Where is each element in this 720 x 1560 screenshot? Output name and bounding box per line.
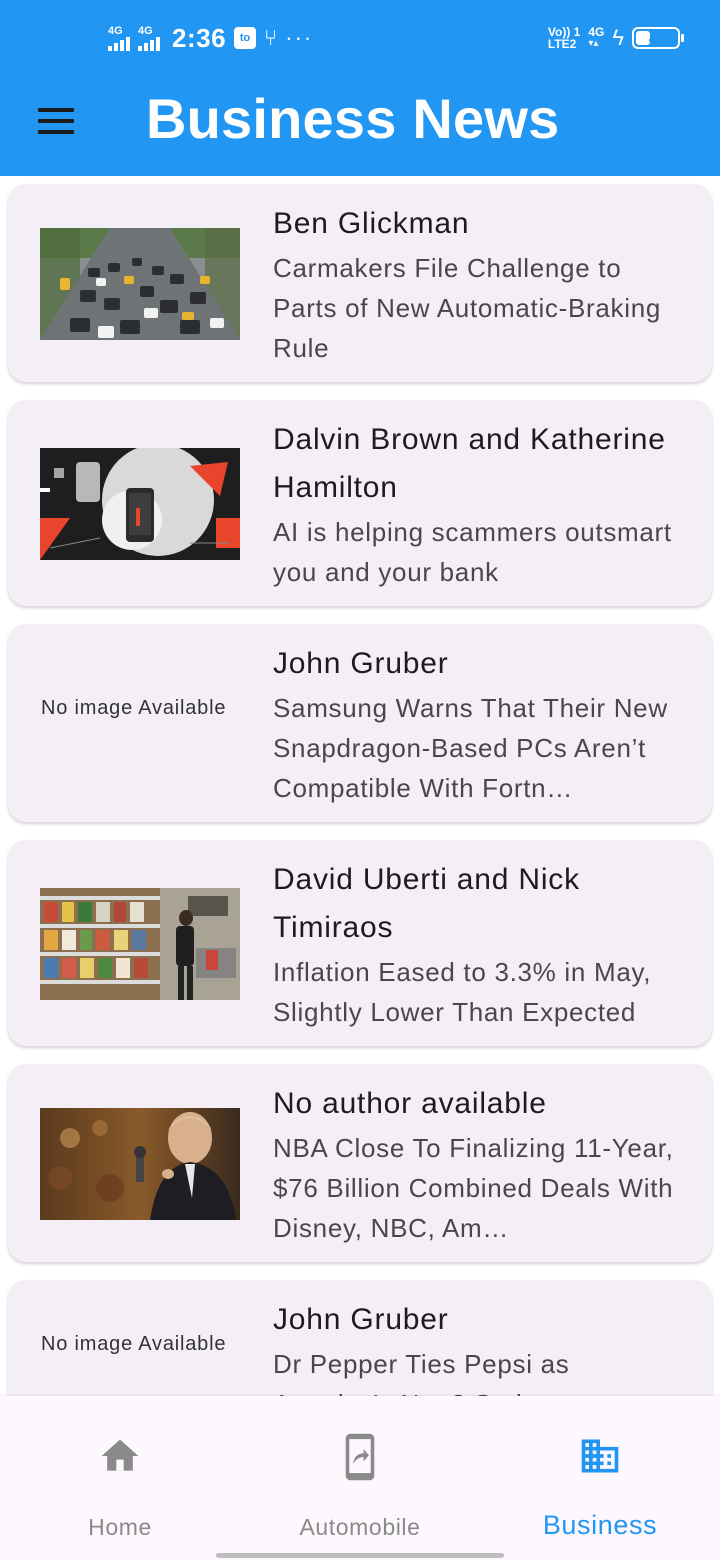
news-card[interactable]: Ben Glickman Carmakers File Challenge to… xyxy=(8,184,712,382)
article-text: John Gruber Dr Pepper Ties Pepsi as Amer… xyxy=(273,1296,693,1396)
no-image-placeholder: No image Available xyxy=(41,1333,227,1355)
news-card[interactable]: David Uberti and Nick Timiraos Inflation… xyxy=(8,840,712,1046)
article-headline: Samsung Warns That Their New Snapdragon-… xyxy=(273,693,668,803)
article-text: Ben Glickman Carmakers File Challenge to… xyxy=(273,200,693,368)
status-left: 4G 4G 2:36 to ⑂ ··· xyxy=(108,18,313,58)
article-author: John Gruber xyxy=(273,1303,449,1336)
article-headline: Carmakers File Challenge to Parts of New… xyxy=(273,253,662,363)
article-author: No author available xyxy=(273,1087,547,1120)
battery-icon: 42 xyxy=(632,27,684,49)
sim2-network-label: 4G xyxy=(138,24,153,37)
news-list[interactable]: Ben Glickman Carmakers File Challenge to… xyxy=(0,176,720,1396)
page-title: Business News xyxy=(146,87,560,150)
more-notifications-icon: ··· xyxy=(285,25,314,50)
article-author: John Gruber xyxy=(273,647,449,680)
article-image-speaker xyxy=(40,1108,240,1220)
app-bar: 4G 4G 2:36 to ⑂ ··· Vo)) 1 LTE2 4G ▾▴ ϟ xyxy=(0,0,720,176)
nav-label-home: Home xyxy=(88,1514,152,1540)
data-network-icon: 4G ▾▴ xyxy=(588,25,605,49)
lte-label: LTE2 xyxy=(547,37,577,51)
home-icon xyxy=(101,1439,139,1471)
article-headline: AI is helping scammers outsmart you and … xyxy=(273,517,672,587)
notification-app-icon: to xyxy=(234,27,257,49)
nav-item-automobile[interactable]: Automobile xyxy=(240,1396,480,1560)
news-card[interactable]: Dalvin Brown and Katherine Hamilton AI i… xyxy=(8,400,712,606)
article-author: Ben Glickman xyxy=(273,207,470,240)
article-text: David Uberti and Nick Timiraos Inflation… xyxy=(273,856,693,1032)
article-author: Dalvin Brown and Katherine Hamilton xyxy=(273,423,666,504)
sim1-signal-icon: 4G xyxy=(108,24,130,51)
article-headline: Inflation Eased to 3.3% in May, Slightly… xyxy=(273,957,652,1027)
usb-icon: ⑂ xyxy=(264,25,278,50)
news-card[interactable]: No image Available John Gruber Samsung W… xyxy=(8,624,712,822)
bottom-navigation: Home Automobile Business xyxy=(0,1396,720,1560)
news-card[interactable]: No author available NBA Close To Finaliz… xyxy=(8,1064,712,1262)
news-card[interactable]: No image Available John Gruber Dr Pepper… xyxy=(8,1280,712,1396)
phone-share-icon xyxy=(345,1433,375,1481)
article-text: John Gruber Samsung Warns That Their New… xyxy=(273,640,693,808)
article-image-traffic xyxy=(40,228,240,340)
charging-icon: ϟ xyxy=(612,25,624,50)
nav-item-business[interactable]: Business xyxy=(480,1396,720,1560)
sim1-network-label: 4G xyxy=(108,24,123,37)
business-building-icon xyxy=(581,1439,619,1473)
gesture-navigation-bar[interactable] xyxy=(216,1553,504,1558)
volte-icon: Vo)) 1 LTE2 xyxy=(548,26,580,50)
status-time: 2:36 xyxy=(172,22,227,53)
status-right: Vo)) 1 LTE2 4G ▾▴ ϟ 42 xyxy=(548,20,684,56)
nav-label-automobile: Automobile xyxy=(299,1514,421,1540)
hamburger-menu-icon[interactable] xyxy=(38,108,74,134)
nav-item-home[interactable]: Home xyxy=(0,1396,240,1560)
battery-level: 42 xyxy=(648,30,664,46)
article-author: David Uberti and Nick Timiraos xyxy=(273,863,580,944)
no-image-placeholder: No image Available xyxy=(41,697,227,719)
article-text: Dalvin Brown and Katherine Hamilton AI i… xyxy=(273,416,693,592)
article-text: No author available NBA Close To Finaliz… xyxy=(273,1080,693,1248)
article-image-grocery xyxy=(40,888,240,1000)
status-bar: 4G 4G 2:36 to ⑂ ··· Vo)) 1 LTE2 4G ▾▴ ϟ xyxy=(0,0,720,76)
sim2-signal-icon: 4G xyxy=(138,24,160,51)
article-headline: NBA Close To Finalizing 11-Year, $76 Bil… xyxy=(273,1133,674,1243)
article-image-ai xyxy=(40,448,240,560)
nav-label-business: Business xyxy=(542,1510,658,1540)
data-network-label: 4G xyxy=(588,25,605,39)
article-headline: Dr Pepper Ties Pepsi as America's No. 2 … xyxy=(273,1349,570,1396)
